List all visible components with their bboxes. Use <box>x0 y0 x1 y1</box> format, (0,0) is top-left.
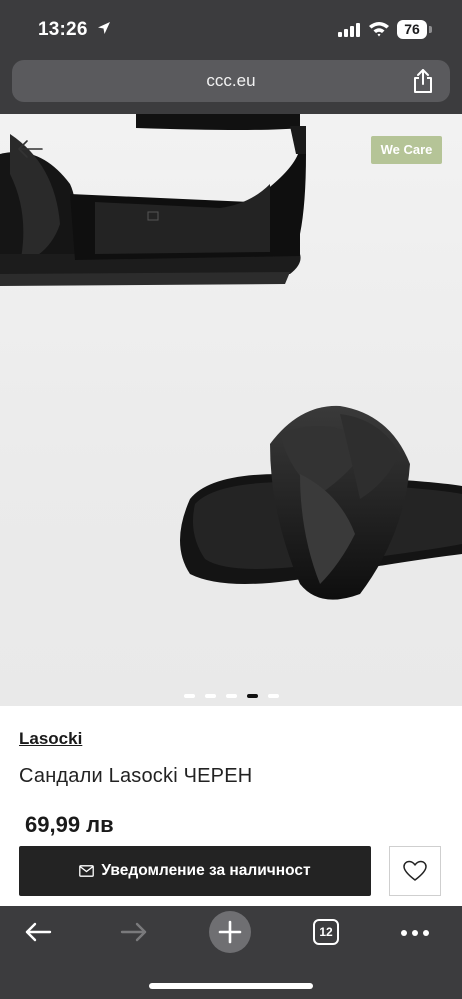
battery-tip <box>429 26 432 33</box>
plus-icon <box>218 920 242 944</box>
new-tab-button[interactable] <box>209 911 251 953</box>
browser-forward-icon[interactable] <box>120 921 148 943</box>
back-arrow-icon[interactable] <box>16 138 44 160</box>
we-care-badge: We Care <box>371 136 442 164</box>
cell-signal-icon <box>338 23 362 37</box>
share-icon[interactable] <box>412 68 434 94</box>
gallery-dot[interactable] <box>225 694 237 698</box>
brand-link[interactable]: Lasocki <box>19 729 82 749</box>
product-title: Сандали Lasocki ЧЕРЕН <box>19 765 253 787</box>
gallery-dot[interactable] <box>267 694 279 698</box>
tabs-count-button[interactable]: 12 <box>313 919 339 945</box>
wifi-icon <box>369 22 389 37</box>
gallery-pagination[interactable] <box>0 694 462 698</box>
heart-icon <box>403 860 427 881</box>
address-bar[interactable]: ccc.eu <box>12 60 450 102</box>
product-image-sandals <box>0 114 462 600</box>
home-indicator <box>149 983 313 989</box>
location-arrow-icon <box>98 22 110 34</box>
gallery-dot[interactable] <box>204 694 216 698</box>
browser-top-chrome: 13:26 76 ccc.eu <box>0 0 462 114</box>
status-time: 13:26 <box>38 19 88 40</box>
gallery-dot[interactable] <box>183 694 195 698</box>
battery-icon: 76 <box>397 20 427 39</box>
notify-availability-button[interactable]: Уведомление за наличност <box>19 846 371 896</box>
gallery-dot-active[interactable] <box>246 694 258 698</box>
browser-back-icon[interactable] <box>24 921 52 943</box>
notify-button-label: Уведомление за наличност <box>101 862 311 879</box>
product-image-gallery[interactable]: We Care <box>0 114 462 706</box>
envelope-icon <box>79 865 95 877</box>
add-to-favorites-button[interactable] <box>389 846 441 896</box>
url-text[interactable]: ccc.eu <box>12 71 450 91</box>
more-dots-icon[interactable] <box>400 929 430 937</box>
product-price: 69,99 лв <box>25 812 114 837</box>
